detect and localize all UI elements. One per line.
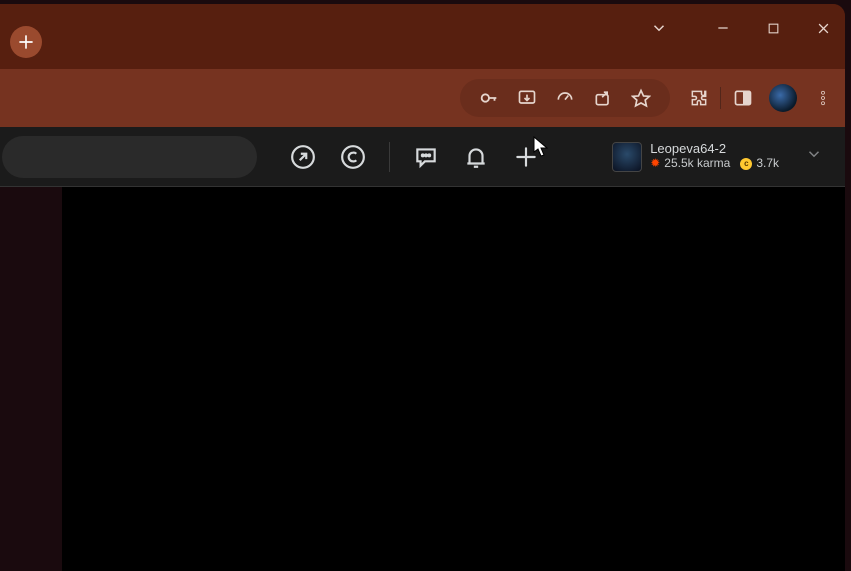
dots-vertical-icon bbox=[814, 89, 832, 107]
header-divider bbox=[389, 142, 390, 172]
karma-icon: ✹ bbox=[650, 157, 660, 171]
gauge-icon bbox=[555, 88, 575, 108]
coin-button[interactable] bbox=[339, 143, 367, 171]
username-label: Leopeva64-2 bbox=[650, 142, 779, 157]
minimize-icon bbox=[716, 21, 730, 35]
content-area bbox=[62, 187, 845, 571]
plus-icon bbox=[17, 33, 35, 51]
performance-button[interactable] bbox=[554, 87, 576, 109]
toolbar-divider bbox=[720, 87, 721, 109]
bookmark-button[interactable] bbox=[630, 87, 652, 109]
close-button[interactable] bbox=[809, 14, 837, 42]
extensions-button[interactable] bbox=[688, 87, 710, 109]
puzzle-icon bbox=[689, 88, 709, 108]
star-icon bbox=[631, 88, 651, 108]
password-manager-button[interactable] bbox=[478, 87, 500, 109]
arrow-up-right-circle-icon bbox=[290, 144, 316, 170]
tab-strip bbox=[0, 4, 845, 69]
user-stats: ✹ 25.5k karma c 3.7k bbox=[650, 157, 779, 171]
page-background bbox=[0, 187, 845, 571]
tab-search-button[interactable] bbox=[647, 16, 671, 40]
coin-icon: c bbox=[740, 158, 752, 170]
maximize-icon bbox=[767, 22, 780, 35]
coins-value: 3.7k bbox=[756, 157, 779, 171]
chat-button[interactable] bbox=[412, 143, 440, 171]
key-icon bbox=[478, 87, 500, 109]
maximize-button[interactable] bbox=[759, 14, 787, 42]
install-app-button[interactable] bbox=[516, 87, 538, 109]
share-icon bbox=[593, 88, 613, 108]
chrome-menu-button[interactable] bbox=[811, 86, 835, 110]
share-button[interactable] bbox=[592, 87, 614, 109]
notifications-button[interactable] bbox=[462, 143, 490, 171]
close-icon bbox=[816, 21, 831, 36]
install-icon bbox=[517, 88, 537, 108]
chat-icon bbox=[413, 144, 439, 170]
user-avatar bbox=[612, 142, 642, 172]
search-input[interactable] bbox=[2, 136, 257, 178]
new-tab-button[interactable] bbox=[10, 26, 42, 58]
user-menu-button[interactable]: Leopeva64-2 ✹ 25.5k karma c 3.7k bbox=[602, 138, 833, 176]
panel-icon bbox=[733, 88, 753, 108]
create-post-button[interactable] bbox=[512, 143, 540, 171]
side-panel-button[interactable] bbox=[731, 86, 755, 110]
site-header: Leopeva64-2 ✹ 25.5k karma c 3.7k bbox=[0, 127, 845, 187]
minimize-button[interactable] bbox=[709, 14, 737, 42]
chevron-down-icon bbox=[805, 145, 823, 163]
bell-icon bbox=[463, 144, 489, 170]
coin-icon bbox=[340, 144, 366, 170]
chevron-down-icon bbox=[650, 19, 668, 37]
profile-button[interactable] bbox=[769, 84, 797, 112]
popular-button[interactable] bbox=[289, 143, 317, 171]
address-bar-actions bbox=[460, 79, 670, 117]
browser-toolbar bbox=[0, 69, 845, 127]
karma-value: 25.5k karma bbox=[664, 157, 730, 171]
user-expand-icon bbox=[805, 145, 823, 168]
plus-icon bbox=[513, 144, 539, 170]
